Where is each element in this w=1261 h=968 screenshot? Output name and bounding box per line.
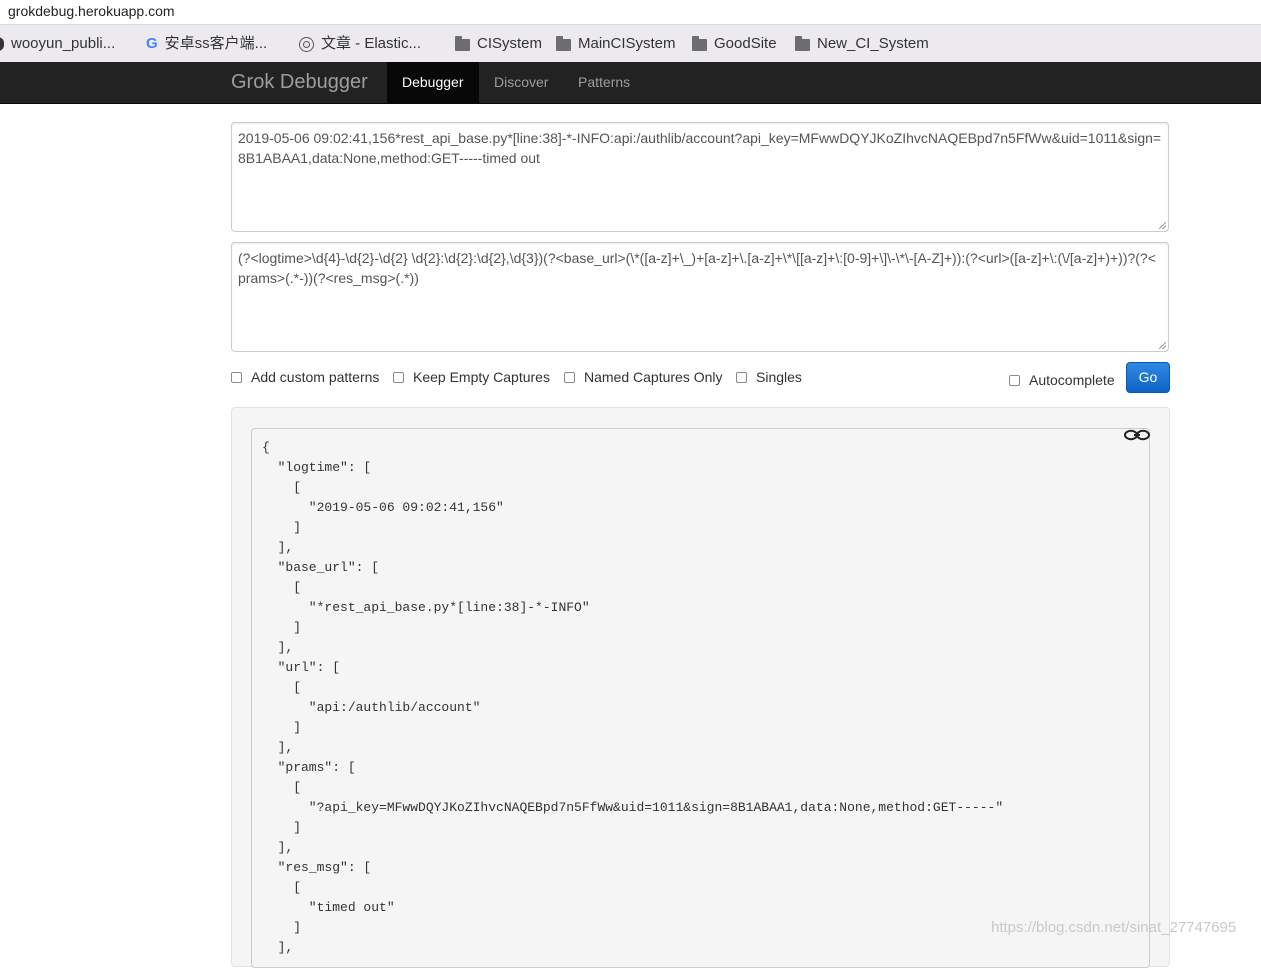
- navbar: Grok Debugger Debugger Discover Patterns: [0, 62, 1261, 104]
- output-line: ],: [262, 940, 294, 955]
- output-line: "timed out": [262, 900, 395, 915]
- bookmark-label: New_CI_System: [817, 35, 929, 52]
- singles-option[interactable]: Singles: [736, 368, 802, 386]
- output-line: [: [262, 680, 302, 695]
- keep-empty-captures-label: Keep Empty Captures: [413, 369, 550, 385]
- output-line: "res_msg": [: [262, 860, 372, 875]
- bookmark-label: wooyun_publi...: [11, 35, 116, 52]
- bookmark-label: GoodSite: [714, 35, 777, 52]
- output-line: ],: [262, 740, 294, 755]
- google-icon: G: [146, 35, 158, 52]
- pattern-text: (?<logtime>\d{4}-\d{2}-\d{2} \d{2}:\d{2}…: [238, 250, 1156, 286]
- tab-patterns[interactable]: Patterns: [563, 62, 645, 103]
- output-line: ]: [262, 920, 302, 935]
- named-captures-only-label: Named Captures Only: [584, 369, 723, 385]
- resize-handle[interactable]: [1159, 222, 1166, 229]
- singles-checkbox[interactable]: [736, 371, 747, 383]
- named-captures-only-checkbox[interactable]: [564, 371, 575, 383]
- keep-empty-captures-option[interactable]: Keep Empty Captures: [393, 368, 550, 386]
- output-line: [: [262, 780, 302, 795]
- bookmark-elastic[interactable]: 文章 - Elastic...: [299, 35, 421, 53]
- bookmark-cisystem[interactable]: CISystem: [455, 35, 542, 53]
- output-line: ]: [262, 620, 302, 635]
- bookmark-label: MainCISystem: [578, 35, 676, 52]
- output-line: [: [262, 880, 302, 895]
- bookmark-maincisystem[interactable]: MainCISystem: [556, 35, 676, 53]
- tab-debugger[interactable]: Debugger: [387, 62, 479, 103]
- pattern-textarea[interactable]: (?<logtime>\d{4}-\d{2}-\d{2} \d{2}:\d{2}…: [231, 242, 1169, 352]
- folder-icon: [556, 36, 571, 51]
- add-custom-patterns-option[interactable]: Add custom patterns: [231, 368, 379, 386]
- output-line: "base_url": [: [262, 560, 380, 575]
- keep-empty-captures-checkbox[interactable]: [393, 371, 404, 383]
- named-captures-only-option[interactable]: Named Captures Only: [564, 368, 723, 386]
- add-custom-patterns-label: Add custom patterns: [251, 369, 380, 385]
- address-bar[interactable]: grokdebug.herokuapp.com: [0, 0, 1261, 24]
- elastic-icon: [299, 36, 314, 52]
- output-line: ]: [262, 520, 302, 535]
- autocomplete-option[interactable]: Autocomplete: [1009, 371, 1115, 389]
- bookmark-label: 安卓ss客户端...: [164, 35, 268, 52]
- folder-icon: [795, 36, 810, 51]
- output-line: "logtime": [: [262, 460, 372, 475]
- output-line: "2019-05-06 09:02:41,156": [262, 500, 504, 515]
- output-line: ],: [262, 540, 294, 555]
- output-line: "*rest_api_base.py*[line:38]-*-INFO": [262, 600, 590, 615]
- output-line: [: [262, 480, 302, 495]
- bookmark-label: 文章 - Elastic...: [321, 35, 422, 52]
- output-line: "url": [: [262, 660, 341, 675]
- add-custom-patterns-checkbox[interactable]: [231, 371, 242, 383]
- bookmark-label: CISystem: [477, 35, 543, 52]
- log-input-text: 2019-05-06 09:02:41,156*rest_api_base.py…: [238, 130, 1162, 166]
- github-icon: [0, 37, 4, 51]
- permalink-icon[interactable]: [1123, 428, 1151, 442]
- brand-title[interactable]: Grok Debugger: [231, 71, 368, 93]
- tab-discover[interactable]: Discover: [479, 62, 563, 103]
- output-line: [: [262, 580, 302, 595]
- output-line: {: [262, 440, 270, 455]
- watermark: https://blog.csdn.net/sinat_27747695: [991, 919, 1237, 936]
- bookmarks-bar: wooyun_publi... G 安卓ss客户端... 文章 - Elasti…: [0, 24, 1261, 63]
- output-line: ],: [262, 840, 294, 855]
- output-line: "prams": [: [262, 760, 356, 775]
- output-line: ]: [262, 820, 302, 835]
- bookmark-android-ss[interactable]: G 安卓ss客户端...: [146, 35, 267, 53]
- go-button[interactable]: Go: [1126, 362, 1170, 393]
- bookmark-new-ci-system[interactable]: New_CI_System: [795, 35, 929, 53]
- output-line: ]: [262, 720, 302, 735]
- output-line: ],: [262, 640, 294, 655]
- folder-icon: [455, 36, 470, 51]
- url-text[interactable]: grokdebug.herokuapp.com: [8, 1, 175, 21]
- bookmark-goodsite[interactable]: GoodSite: [692, 35, 777, 53]
- singles-label: Singles: [756, 369, 802, 385]
- autocomplete-checkbox[interactable]: [1009, 374, 1020, 386]
- output-line: "api:/authlib/account": [262, 700, 481, 715]
- resize-handle[interactable]: [1159, 342, 1166, 349]
- log-input-textarea[interactable]: 2019-05-06 09:02:41,156*rest_api_base.py…: [231, 122, 1169, 232]
- output-line: "?api_key=MFwwDQYJKoZIhvcNAQEBpd7n5FfWw&…: [262, 800, 1004, 815]
- bookmark-wooyun[interactable]: wooyun_publi...: [0, 35, 115, 53]
- autocomplete-label: Autocomplete: [1029, 372, 1115, 388]
- folder-icon: [692, 36, 707, 51]
